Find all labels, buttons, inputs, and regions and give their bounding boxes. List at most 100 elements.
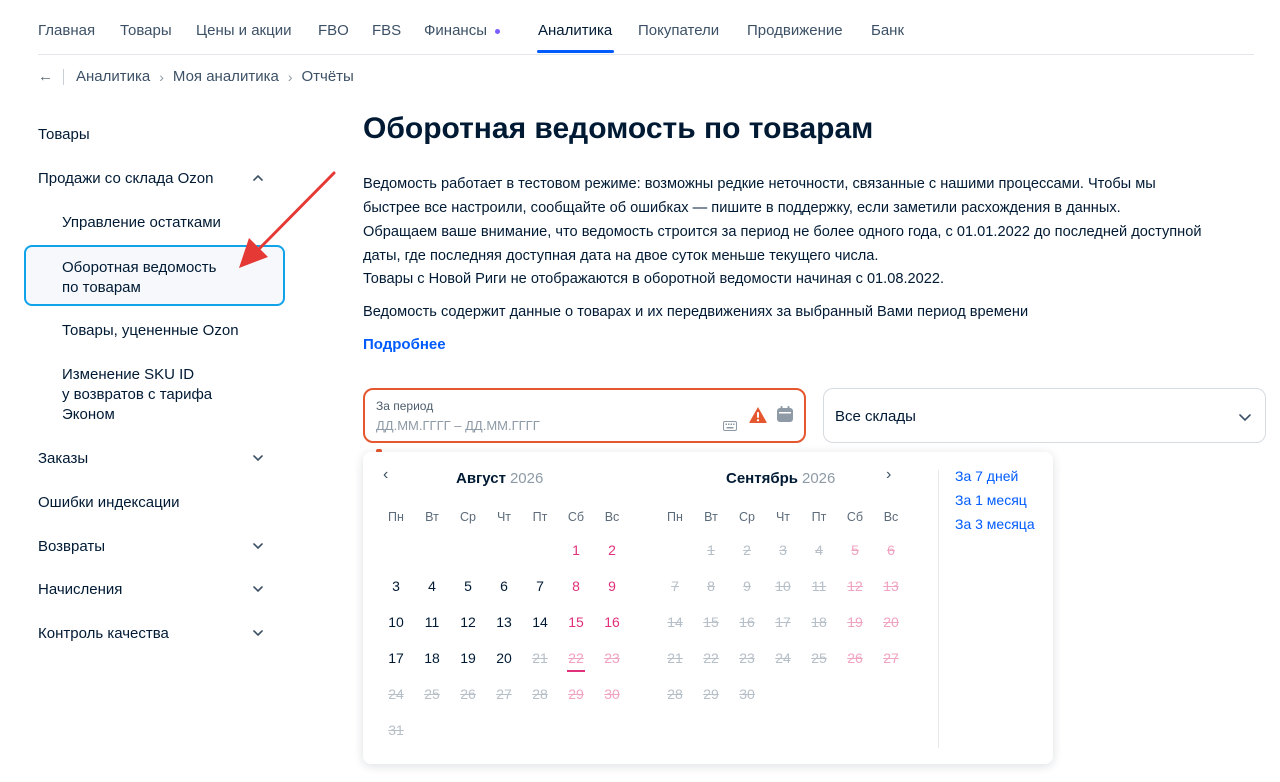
left-day-13[interactable]: 13 xyxy=(487,614,521,630)
sidebar-item-orders[interactable]: Заказы xyxy=(38,450,88,467)
right-day-9: 9 xyxy=(743,578,751,594)
right-day-17: 17 xyxy=(775,614,791,630)
sidebar-item-ozon-warehouse-sales[interactable]: Продажи со склада Ozon xyxy=(38,170,213,187)
left-day-12[interactable]: 12 xyxy=(451,614,485,630)
nav-item-promotion[interactable]: Продвижение xyxy=(747,22,843,39)
right-day-7: 7 xyxy=(671,578,679,594)
right-day-13: 13 xyxy=(883,578,899,594)
left-day-14[interactable]: 14 xyxy=(523,614,557,630)
chevron-down-icon[interactable] xyxy=(252,583,264,595)
left-day-18[interactable]: 18 xyxy=(415,650,449,666)
nav-item-home[interactable]: Главная xyxy=(38,22,95,39)
sidebar-item-accruals[interactable]: Начисления xyxy=(38,581,122,598)
chevron-down-icon[interactable] xyxy=(252,627,264,639)
left-day-23: 23 xyxy=(604,650,620,666)
sidebar-item-sku-change[interactable]: Изменение SKU ID у возвратов с тарифа Эк… xyxy=(62,365,212,425)
active-tab-indicator xyxy=(537,50,614,53)
left-day-11[interactable]: 11 xyxy=(415,614,449,630)
sidebar-item-products[interactable]: Товары xyxy=(38,126,90,143)
nav-item-fbo[interactable]: FBO xyxy=(318,22,349,39)
nav-item-bank[interactable]: Банк xyxy=(871,22,904,39)
nav-item-products[interactable]: Товары xyxy=(120,22,172,39)
left-day-8[interactable]: 8 xyxy=(559,578,593,594)
description-summary: Ведомость содержит данные о товарах и их… xyxy=(363,304,1029,320)
description-line: быстрее все настроили, сообщайте об ошиб… xyxy=(363,200,1121,216)
right-day-19: 19 xyxy=(847,614,863,630)
description-line: даты, где последняя доступная дата на дв… xyxy=(363,248,879,264)
arrow-left-icon[interactable]: ← xyxy=(38,68,53,85)
left-day-2[interactable]: 2 xyxy=(595,542,629,558)
right-day-28: 28 xyxy=(667,686,683,702)
sidebar-item-returns[interactable]: Возвраты xyxy=(38,538,105,555)
left-day-15[interactable]: 15 xyxy=(559,614,593,630)
left-day-9[interactable]: 9 xyxy=(595,578,629,594)
left-day-6[interactable]: 6 xyxy=(487,578,521,594)
description-line: Обращаем ваше внимание, что ведомость ст… xyxy=(363,224,1202,240)
more-link[interactable]: Подробнее xyxy=(363,336,446,353)
sidebar-item-indexing-errors[interactable]: Ошибки индексации xyxy=(38,494,179,511)
warning-icon xyxy=(749,407,767,423)
chevron-up-icon[interactable] xyxy=(252,172,264,184)
left-day-10[interactable]: 10 xyxy=(379,614,413,630)
left-day-29: 29 xyxy=(568,686,584,702)
left-month-title: Август 2026 xyxy=(456,470,543,487)
warehouse-select[interactable]: Все склады xyxy=(823,388,1266,443)
right-day-8: 8 xyxy=(707,578,715,594)
right-month-title: Сентябрь 2026 xyxy=(726,470,835,487)
left-day-3[interactable]: 3 xyxy=(379,578,413,594)
right-day-1: 1 xyxy=(707,542,715,558)
left-day-1[interactable]: 1 xyxy=(559,542,593,558)
left-day-20[interactable]: 20 xyxy=(487,650,521,666)
right-weekday-1: Пн xyxy=(667,510,683,524)
today-marker xyxy=(567,670,585,672)
right-day-2: 2 xyxy=(743,542,751,558)
chevron-down-icon[interactable] xyxy=(252,540,264,552)
left-day-4[interactable]: 4 xyxy=(415,578,449,594)
left-day-19[interactable]: 19 xyxy=(451,650,485,666)
period-label: За период xyxy=(376,399,434,413)
right-day-18: 18 xyxy=(811,614,827,630)
left-day-16[interactable]: 16 xyxy=(595,614,629,630)
chevron-down-icon[interactable] xyxy=(252,452,264,464)
left-weekday-7: Вс xyxy=(604,510,620,524)
sidebar-item-quality-control[interactable]: Контроль качества xyxy=(38,625,169,642)
keyboard-icon[interactable] xyxy=(723,421,737,431)
left-day-17[interactable]: 17 xyxy=(379,650,413,666)
breadcrumb-item-my-analytics[interactable]: Моя аналитика xyxy=(173,68,279,85)
breadcrumb: ← Аналитика › Моя аналитика › Отчёты xyxy=(38,68,354,85)
sidebar-item-discounted-products[interactable]: Товары, уцененные Ozon xyxy=(62,322,239,339)
nav-item-finance[interactable]: Финансы xyxy=(424,22,500,39)
left-day-26: 26 xyxy=(460,686,476,702)
right-weekday-6: Сб xyxy=(846,510,864,524)
date-picker-popup: ‹ Август 2026 Сентябрь 2026 › За 7 дней За… xyxy=(363,452,1053,764)
left-day-31: 31 xyxy=(388,722,404,738)
right-day-26: 26 xyxy=(847,650,863,666)
nav-item-prices[interactable]: Цены и акции xyxy=(196,22,291,39)
left-day-24: 24 xyxy=(388,686,404,702)
right-weekday-4: Чт xyxy=(775,510,791,524)
left-day-5[interactable]: 5 xyxy=(451,578,485,594)
right-day-15: 15 xyxy=(703,614,719,630)
quick-range-7-days[interactable]: За 7 дней xyxy=(955,468,1018,484)
chevron-right-icon[interactable]: › xyxy=(886,466,891,484)
right-day-23: 23 xyxy=(739,650,755,666)
quick-range-3-months[interactable]: За 3 месяца xyxy=(955,516,1035,532)
period-date-input[interactable]: За период ДД.ММ.ГГГГ – ДД.ММ.ГГГГ xyxy=(363,388,806,443)
nav-item-fbs[interactable]: FBS xyxy=(372,22,401,39)
left-day-7[interactable]: 7 xyxy=(523,578,557,594)
breadcrumb-item-analytics[interactable]: Аналитика xyxy=(76,68,150,85)
right-day-21: 21 xyxy=(667,650,683,666)
right-day-22: 22 xyxy=(703,650,719,666)
breadcrumb-item-reports[interactable]: Отчёты xyxy=(301,68,353,85)
calendar-icon[interactable] xyxy=(776,405,794,423)
nav-item-analytics[interactable]: Аналитика xyxy=(538,22,612,39)
nav-item-customers[interactable]: Покупатели xyxy=(638,22,719,39)
quick-range-1-month[interactable]: За 1 месяц xyxy=(955,492,1027,508)
right-day-20: 20 xyxy=(883,614,899,630)
right-day-5: 5 xyxy=(851,542,859,558)
right-day-27: 27 xyxy=(883,650,899,666)
chevron-left-icon[interactable]: ‹ xyxy=(383,466,388,484)
divider xyxy=(938,470,939,748)
sidebar-item-stock-management[interactable]: Управление остатками xyxy=(62,214,221,231)
chevron-down-icon xyxy=(1239,414,1251,422)
